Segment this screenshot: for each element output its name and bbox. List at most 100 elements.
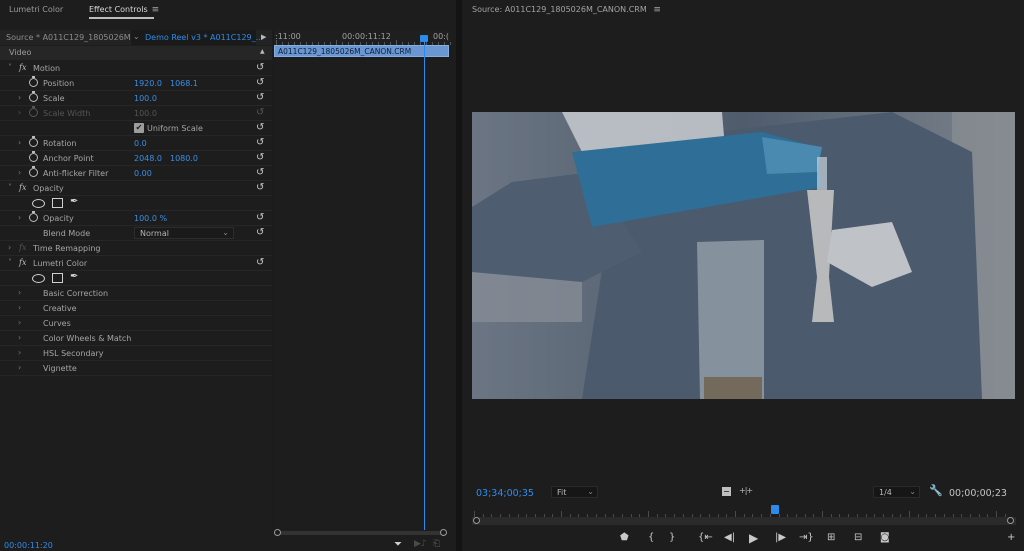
lumetri-section[interactable]: › HSL Secondary <box>0 346 272 361</box>
chevron-right-icon[interactable]: › <box>18 348 21 357</box>
lumetri-section[interactable]: › Basic Correction <box>0 286 272 301</box>
chevron-right-icon[interactable]: › <box>18 288 21 297</box>
scrollbar-end-handle[interactable] <box>440 529 447 536</box>
chevron-right-icon[interactable]: › <box>18 303 21 312</box>
timeline-zoom-scrollbar[interactable] <box>274 528 449 538</box>
add-marker-icon[interactable]: ⬟ <box>620 532 629 544</box>
step-forward-icon[interactable]: |▶ <box>775 532 786 544</box>
scroll-up-icon[interactable]: ▲ <box>260 48 265 55</box>
reset-icon[interactable]: ↺ <box>256 212 264 223</box>
scale-value[interactable]: 100.0 <box>134 94 157 103</box>
source-clip-label[interactable]: Source * A011C129_1805026M... <box>6 33 138 42</box>
play-icon[interactable]: ▶ <box>749 532 758 544</box>
mark-out-icon[interactable]: } <box>669 532 675 544</box>
chevron-down-icon[interactable]: ˅ <box>8 63 12 72</box>
uniform-scale-checkbox[interactable]: ✔ <box>134 123 144 133</box>
lumetri-section[interactable]: › Color Wheels & Match <box>0 331 272 346</box>
chevron-right-icon[interactable]: › <box>18 363 21 372</box>
chevron-right-icon[interactable]: › <box>8 243 11 252</box>
stopwatch-icon[interactable] <box>29 151 38 162</box>
position-y-value[interactable]: 1068.1 <box>170 79 198 88</box>
source-playhead-handle[interactable] <box>771 505 779 514</box>
pen-mask-icon[interactable]: ✒ <box>70 196 78 207</box>
rotation-value[interactable]: 0.0 <box>134 139 147 148</box>
mark-in-icon[interactable]: { <box>648 532 654 544</box>
wrench-settings-icon[interactable]: 🔧 <box>929 484 943 497</box>
fx-icon[interactable]: fx <box>19 258 26 267</box>
current-timecode[interactable]: 00:00:11:20 <box>4 541 53 550</box>
effect-opacity[interactable]: ˅ fx Opacity ↺ <box>0 181 272 196</box>
timeline-clip[interactable]: A011C129_1805026M_CANON.CRM <box>274 45 449 57</box>
effect-time-remapping[interactable]: › fx Time Remapping <box>0 241 272 256</box>
playhead-line[interactable] <box>424 38 425 530</box>
effect-controls-timeline[interactable]: :11:00 00:00:11:12 00:( A011C129_1805026… <box>273 30 451 536</box>
zoom-level-select[interactable]: Fit ⌄ <box>551 486 598 498</box>
stopwatch-icon[interactable] <box>29 91 38 102</box>
reset-icon[interactable]: ↺ <box>256 167 264 178</box>
reset-icon[interactable]: ↺ <box>256 92 264 103</box>
source-monitor-title[interactable]: Source: A011C129_1805026M_CANON.CRM ≡ <box>472 5 661 15</box>
opacity-value[interactable]: 100.0 % <box>134 214 167 223</box>
blend-mode-select[interactable]: Normal ⌄ <box>134 227 234 239</box>
sequence-clip-selector[interactable]: ⌄ Demo Reel v3 * A011C129_... <box>131 30 263 45</box>
lumetri-section[interactable]: › Vignette <box>0 361 272 376</box>
drag-video-only-icon[interactable] <box>722 487 731 496</box>
position-x-value[interactable]: 1920.0 <box>134 79 162 88</box>
ellipse-mask-icon[interactable] <box>32 199 45 208</box>
reset-icon[interactable]: ↺ <box>256 62 264 73</box>
lumetri-section[interactable]: › Curves <box>0 316 272 331</box>
effect-lumetri-color[interactable]: ˅ fx Lumetri Color ↺ <box>0 256 272 271</box>
chevron-right-icon[interactable]: › <box>18 93 21 102</box>
step-back-icon[interactable]: ◀| <box>724 532 735 544</box>
reset-icon[interactable]: ↺ <box>256 137 264 148</box>
stopwatch-icon[interactable] <box>29 136 38 147</box>
pen-mask-icon[interactable]: ✒ <box>70 271 78 282</box>
go-to-out-icon[interactable]: ⇥} <box>799 532 814 544</box>
playhead-handle[interactable] <box>420 35 428 42</box>
video-preview[interactable] <box>472 112 1015 399</box>
rectangle-mask-icon[interactable] <box>52 198 63 208</box>
scrollbar-end-handle[interactable] <box>1007 517 1014 524</box>
chevron-right-icon[interactable]: › <box>18 333 21 342</box>
export-frame-icon[interactable]: ◙ <box>880 532 890 544</box>
reset-icon[interactable]: ↺ <box>256 182 264 193</box>
playhead-timecode[interactable]: 03;34;00;35 <box>476 488 534 499</box>
stopwatch-icon[interactable] <box>29 166 38 177</box>
hamburger-menu-icon[interactable]: ≡ <box>653 5 661 15</box>
chevron-right-icon[interactable]: › <box>18 138 21 147</box>
button-editor-icon[interactable]: + <box>1007 532 1015 544</box>
chevron-right-icon[interactable]: › <box>18 318 21 327</box>
lumetri-section[interactable]: › Creative <box>0 301 272 316</box>
reset-icon[interactable]: ↺ <box>256 227 264 238</box>
show-timeline-toggle-icon[interactable]: ▶ <box>261 33 266 41</box>
rectangle-mask-icon[interactable] <box>52 273 63 283</box>
stopwatch-icon[interactable] <box>29 211 38 222</box>
anchor-y-value[interactable]: 1080.0 <box>170 154 198 163</box>
scrollbar-start-handle[interactable] <box>274 529 281 536</box>
ellipse-mask-icon[interactable] <box>32 274 45 283</box>
source-zoom-scrollbar[interactable] <box>472 517 1016 525</box>
hamburger-menu-icon[interactable]: ≡ <box>152 5 160 15</box>
anchor-x-value[interactable]: 2048.0 <box>134 154 162 163</box>
insert-icon[interactable]: ⊞ <box>827 532 835 544</box>
anti-flicker-value[interactable]: 0.00 <box>134 169 152 178</box>
chevron-down-icon[interactable]: ˅ <box>8 183 12 192</box>
overwrite-icon[interactable]: ⊟ <box>854 532 862 544</box>
chevron-down-icon[interactable]: ˅ <box>8 258 12 267</box>
reset-icon[interactable]: ↺ <box>256 257 264 268</box>
tab-effect-controls[interactable]: Effect Controls ≡ <box>89 5 159 15</box>
go-to-in-icon[interactable]: {⇤ <box>698 532 713 544</box>
drag-audio-only-icon[interactable]: +|+ <box>739 486 753 495</box>
reset-icon[interactable]: ↺ <box>256 122 264 133</box>
playback-resolution-select[interactable]: 1/4 ⌄ <box>873 486 920 498</box>
scrollbar-start-handle[interactable] <box>473 517 480 524</box>
scrollbar-track[interactable] <box>278 531 443 535</box>
fx-icon[interactable]: fx <box>19 183 26 192</box>
reset-icon[interactable]: ↺ <box>256 152 264 163</box>
tab-lumetri-color[interactable]: Lumetri Color <box>9 5 63 14</box>
reset-icon[interactable]: ↺ <box>256 77 264 88</box>
stopwatch-icon[interactable] <box>29 76 38 87</box>
chevron-right-icon[interactable]: › <box>18 213 21 222</box>
effect-motion[interactable]: ˅ fx Motion ↺ <box>0 61 272 76</box>
filter-icon[interactable]: ⏷ <box>394 539 402 550</box>
